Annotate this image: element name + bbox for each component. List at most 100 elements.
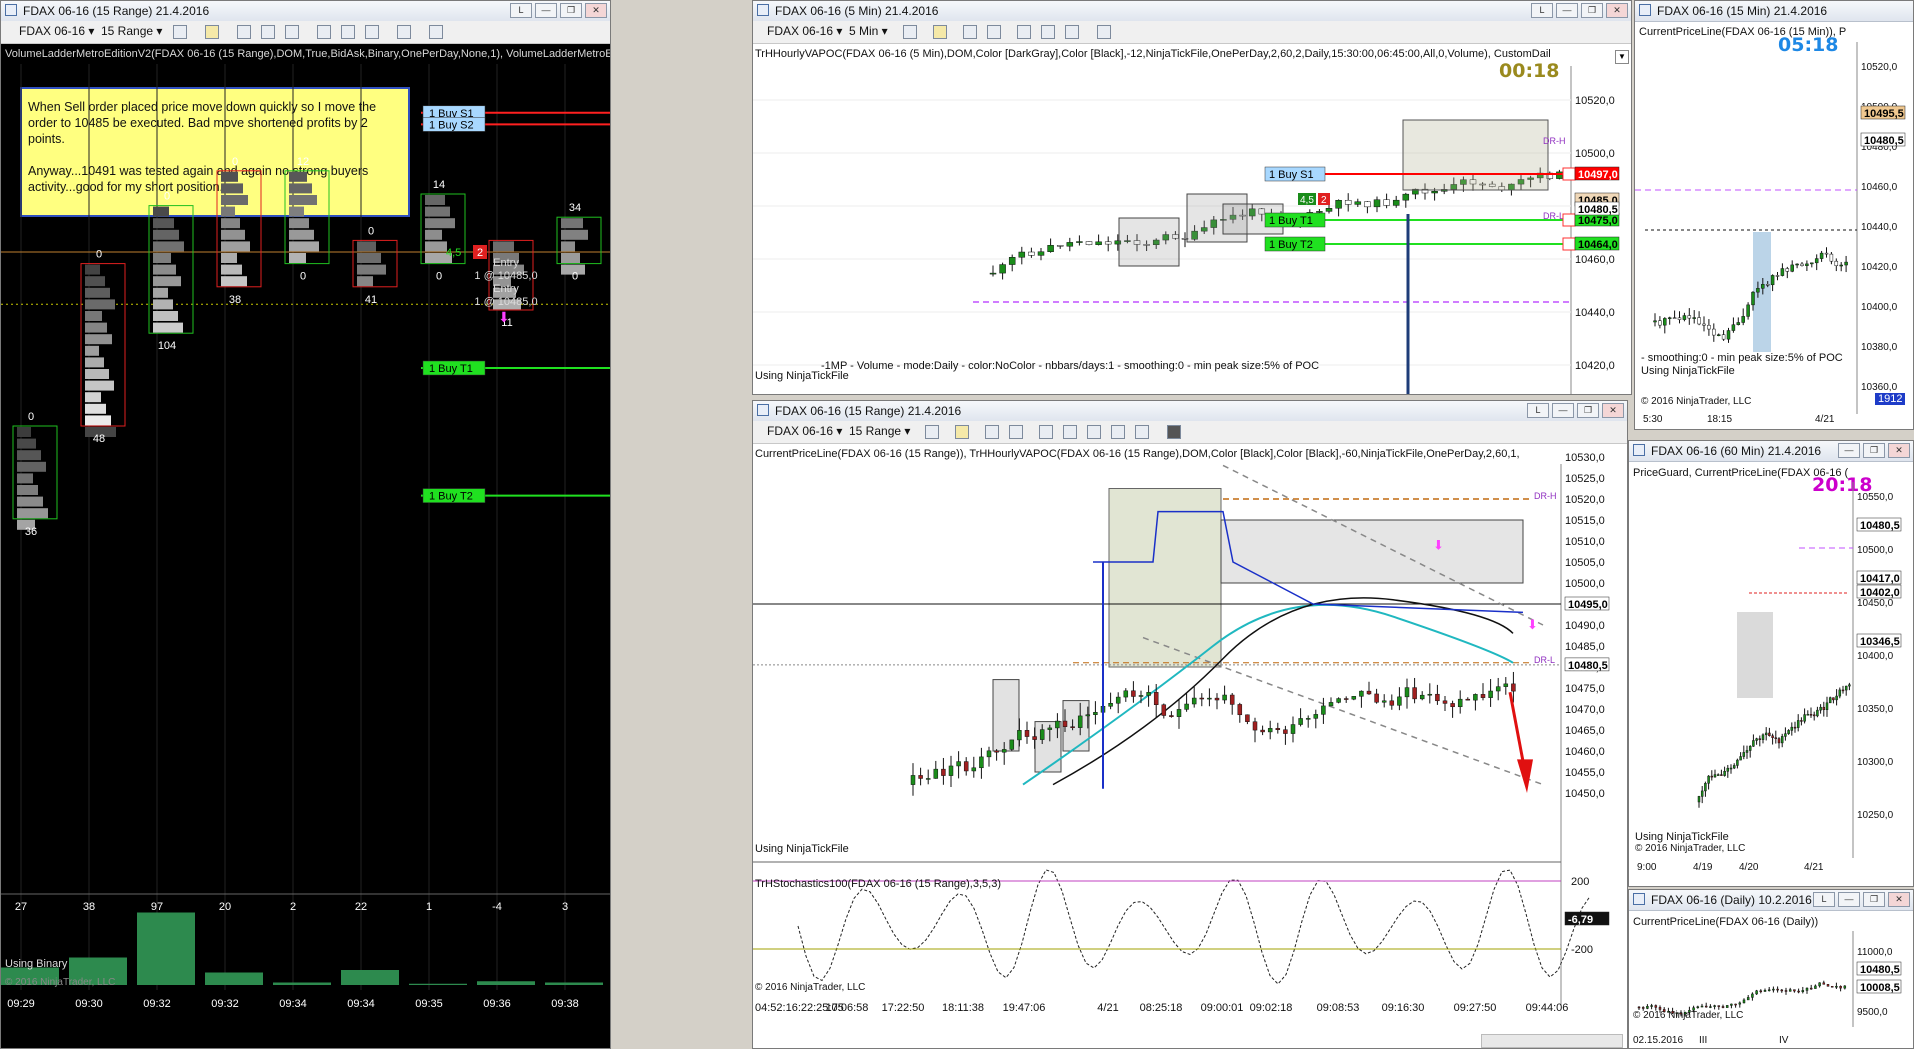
crosshair-icon[interactable] <box>237 25 251 39</box>
window-restore-icon[interactable]: ❐ <box>1863 892 1885 907</box>
data-box-icon[interactable] <box>317 25 331 39</box>
instrument-selector[interactable]: FDAX 06-16 ▾ <box>19 24 94 40</box>
strategies-icon[interactable] <box>397 25 411 39</box>
interval-selector[interactable]: 5 Min ▾ <box>849 24 888 40</box>
window-collapse-icon[interactable]: L <box>1527 403 1549 418</box>
window-title-bar[interactable]: FDAX 06-16 (60 Min) 21.4.2016 — ❐ ✕ <box>1629 441 1913 462</box>
chart-area[interactable]: CurrentPriceLine(FDAX 06-16 (15 Min)), P… <box>1635 22 1913 429</box>
window-restore-icon[interactable]: ❐ <box>1863 443 1885 458</box>
properties-icon[interactable] <box>1063 425 1077 439</box>
candle-body <box>1838 689 1842 697</box>
window-collapse-icon[interactable]: L <box>1531 3 1553 18</box>
crosshair-icon[interactable] <box>985 425 999 439</box>
window-icon <box>1633 893 1645 905</box>
chart-trader-icon[interactable] <box>429 25 443 39</box>
ladder-cell <box>85 392 101 403</box>
ladder-cell <box>221 264 242 275</box>
chart-style-icon[interactable] <box>925 425 939 439</box>
ladder-cell <box>289 218 309 229</box>
indicators-icon[interactable] <box>1087 425 1101 439</box>
zoom-out-icon[interactable] <box>285 25 299 39</box>
window-collapse-icon[interactable]: L <box>510 3 532 18</box>
instrument-selector[interactable]: FDAX 06-16 ▾ <box>767 424 842 440</box>
candle-body <box>1752 740 1755 747</box>
zoom-icon[interactable] <box>1009 425 1023 439</box>
window-minimize-icon[interactable]: — <box>1552 403 1574 418</box>
instrument-selector[interactable]: FDAX 06-16 ▾ <box>767 24 842 40</box>
price-axis-label: 10250,0 <box>1857 810 1894 821</box>
price-axis-label: 10500,0 <box>1565 578 1605 590</box>
window-minimize-icon[interactable]: — <box>1838 892 1860 907</box>
chart-area[interactable]: CurrentPriceLine(FDAX 06-16 (15 Range)),… <box>753 444 1627 1048</box>
window-title-bar[interactable]: FDAX 06-16 (5 Min) 21.4.2016 L — ❐ ✕ <box>753 1 1631 22</box>
ladder-cell <box>153 241 184 252</box>
window-restore-icon[interactable]: ❐ <box>560 3 582 18</box>
candle-body <box>1654 1005 1658 1008</box>
window-5min[interactable]: FDAX 06-16 (5 Min) 21.4.2016 L — ❐ ✕ FDA… <box>752 0 1632 395</box>
pencil-icon[interactable] <box>933 25 947 39</box>
chart-area[interactable]: CurrentPriceLine(FDAX 06-16 (Daily)) 110… <box>1629 911 1913 1048</box>
window-volume-ladder[interactable]: FDAX 06-16 (15 Range) 21.4.2016 L — ❐ ✕ … <box>0 0 611 1049</box>
window-minimize-icon[interactable]: — <box>1556 3 1578 18</box>
chart-area[interactable]: TrHHourlyVAPOC(FDAX 06-16 (5 Min),DOM,Co… <box>753 44 1631 394</box>
candle-body <box>1741 316 1745 323</box>
window-title-bar[interactable]: FDAX 06-16 (15 Range) 21.4.2016 L — ❐ ✕ <box>1 1 610 22</box>
chart-area[interactable]: VolumeLadderMetroEditionV2(FDAX 06-16 (1… <box>1 44 610 1048</box>
window-title-bar[interactable]: FDAX 06-16 (15 Min) 21.4.2016 <box>1635 1 1913 22</box>
window-minimize-icon[interactable]: — <box>535 3 557 18</box>
price-tag: 10402,0 <box>1860 587 1900 599</box>
candle-body <box>999 264 1006 274</box>
window-restore-icon[interactable]: ❐ <box>1577 403 1599 418</box>
entry-arrow-icon: ⬇ <box>1433 537 1444 552</box>
candle-body <box>1115 696 1121 704</box>
window-minimize-icon[interactable]: — <box>1838 443 1860 458</box>
window-title-bar[interactable]: FDAX 06-16 (15 Range) 21.4.2016 L — ❐ ✕ <box>753 401 1627 422</box>
data-box-icon[interactable] <box>1017 25 1031 39</box>
candle-body <box>1830 986 1834 988</box>
chart-trader-icon[interactable] <box>1135 425 1149 439</box>
time-axis-label: 09:02:18 <box>1250 1002 1293 1014</box>
price-axis-label: 10515,0 <box>1565 515 1605 527</box>
chart-area[interactable]: PriceGuard, CurrentPriceLine(FDAX 06-16 … <box>1629 462 1913 886</box>
pencil-icon[interactable] <box>205 25 219 39</box>
window-60min[interactable]: FDAX 06-16 (60 Min) 21.4.2016 — ❐ ✕ Pric… <box>1628 440 1914 887</box>
interval-selector[interactable]: 15 Range ▾ <box>849 424 910 440</box>
candle-body <box>1646 1006 1649 1009</box>
candle-body <box>1732 765 1736 769</box>
indicators-icon[interactable] <box>1065 25 1079 39</box>
candle-body <box>1726 767 1730 772</box>
window-15min[interactable]: FDAX 06-16 (15 Min) 21.4.2016 CurrentPri… <box>1634 0 1914 430</box>
zoom-icon[interactable] <box>261 25 275 39</box>
window-close-icon[interactable]: ✕ <box>585 3 607 18</box>
window-close-icon[interactable]: ✕ <box>1606 3 1628 18</box>
window-close-icon[interactable]: ✕ <box>1888 443 1910 458</box>
window-collapse-icon[interactable]: L <box>1813 892 1835 907</box>
properties-icon[interactable] <box>341 25 355 39</box>
instrument-label: FDAX 06-16 <box>767 24 834 38</box>
properties-icon[interactable] <box>1041 25 1055 39</box>
data-box-icon[interactable] <box>1039 425 1053 439</box>
zoom-icon[interactable] <box>987 25 1001 39</box>
price-tag: 10495,0 <box>1568 599 1608 611</box>
candle-body <box>1716 774 1720 776</box>
strategies-icon[interactable] <box>1111 425 1125 439</box>
crosshair-icon[interactable] <box>963 25 977 39</box>
window-15range[interactable]: FDAX 06-16 (15 Range) 21.4.2016 L — ❐ ✕ … <box>752 400 1628 1049</box>
chart-style-icon[interactable] <box>173 25 187 39</box>
price-axis-label: 10520,0 <box>1861 62 1898 73</box>
window-title-bar[interactable]: FDAX 06-16 (Daily) 10.2.2016 L — ❐ ✕ <box>1629 890 1913 911</box>
candle-body <box>1199 697 1205 700</box>
window-restore-icon[interactable]: ❐ <box>1581 3 1603 18</box>
chart-style-icon[interactable] <box>903 25 917 39</box>
toggle-panel-icon[interactable] <box>1167 425 1181 439</box>
ladder-top-number: 12 <box>297 156 309 168</box>
chart-trader-icon[interactable] <box>1097 25 1111 39</box>
window-close-icon[interactable]: ✕ <box>1888 892 1910 907</box>
pencil-icon[interactable] <box>955 425 969 439</box>
window-daily[interactable]: FDAX 06-16 (Daily) 10.2.2016 L — ❐ ✕ Cur… <box>1628 889 1914 1049</box>
ladder-cell <box>85 334 112 345</box>
window-close-icon[interactable]: ✕ <box>1602 403 1624 418</box>
horizontal-scrollbar[interactable] <box>1481 1034 1623 1048</box>
interval-selector[interactable]: 15 Range ▾ <box>101 24 162 40</box>
indicators-icon[interactable] <box>365 25 379 39</box>
